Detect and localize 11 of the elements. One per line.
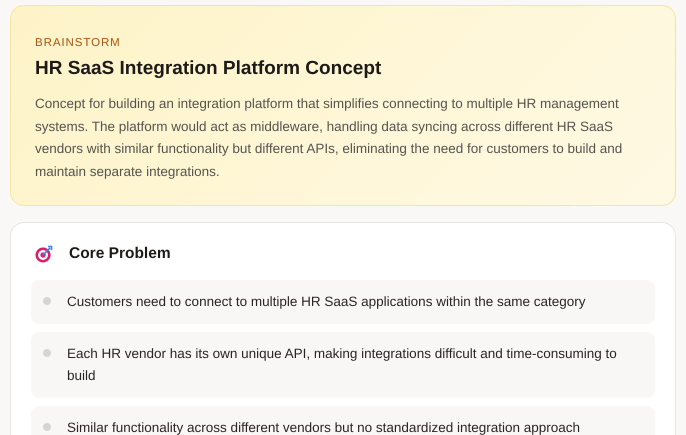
bullet-icon — [43, 296, 51, 305]
category-label: BRAINSTORM — [35, 36, 121, 51]
page-title: HR SaaS Integration Platform Concept — [35, 58, 382, 82]
problem-text: Customers need to connect to multiple HR SaaS applications within the same category — [67, 292, 586, 311]
bullet-icon — [43, 348, 51, 357]
target-icon — [35, 245, 53, 264]
problem-text: Each HR vendor has its own unique API, making integrations difficult and time-consuming to build — [67, 344, 618, 385]
problem-text: Similar functionality across different vendors but no standardized integration approach — [67, 418, 580, 435]
bullet-icon — [43, 422, 51, 431]
description: Concept for building an integration platform that simplifies connecting to multiple HR management systems. The platform would act as middleware, handling data syncing across different HR SaaS vendors with similar functionality but different APIs, eliminating the need for customers to build and maintain separate integrations. — [35, 95, 624, 181]
section-title: Core Problem — [69, 245, 171, 264]
